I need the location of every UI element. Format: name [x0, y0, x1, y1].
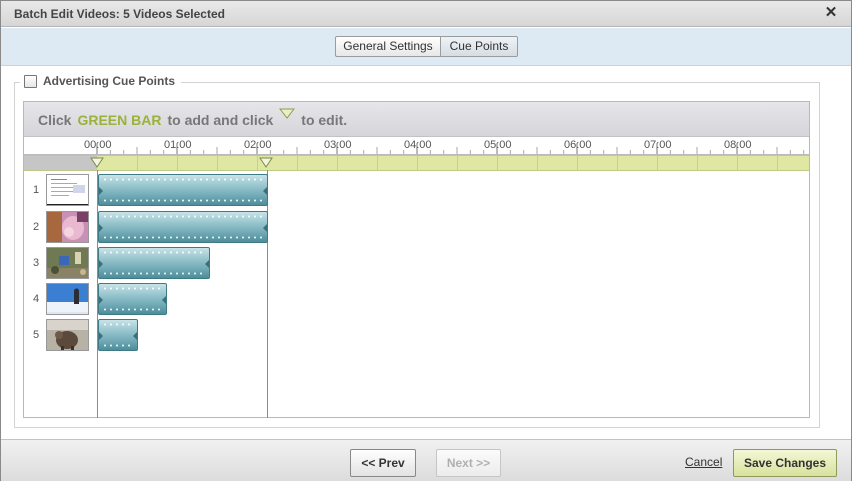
prev-button[interactable]: << Prev [350, 449, 416, 477]
green-bar-divider [617, 156, 618, 170]
close-icon[interactable]: ✕ [823, 4, 839, 22]
tab-bar: General Settings Cue Points [1, 28, 851, 66]
row-number: 5 [32, 329, 40, 341]
title-bar: Batch Edit Videos: 5 Videos Selected ✕ [1, 1, 851, 27]
clip-left-handle[interactable] [99, 296, 103, 304]
advertising-cue-points-checkbox[interactable] [24, 74, 37, 88]
green-bar-divider [777, 156, 778, 170]
cue-marker-icon [279, 108, 296, 122]
green-bar-divider [657, 156, 658, 170]
clip-left-handle[interactable] [99, 224, 103, 232]
video-clip-5[interactable] [98, 319, 138, 351]
timeline-panel: Click GREEN BAR to add and click to edit… [23, 101, 810, 418]
fieldset-legend: Advertising Cue Points [20, 73, 182, 89]
green-bar-divider [377, 156, 378, 170]
cue-point-marker-icon[interactable] [259, 157, 274, 171]
clip-right-handle[interactable] [133, 332, 137, 340]
tab-cue-points[interactable]: Cue Points [440, 36, 518, 57]
clip-left-handle[interactable] [99, 260, 103, 268]
row-number: 2 [32, 221, 40, 233]
cue-line-second [267, 170, 268, 418]
video-thumbnail-1[interactable] [46, 174, 89, 206]
green-bar-divider [577, 156, 578, 170]
green-bar-start-gap [24, 156, 97, 170]
tab-general-settings[interactable]: General Settings [335, 36, 441, 57]
advertising-cue-points-label: Advertising Cue Points [43, 74, 176, 88]
dialog-title: Batch Edit Videos: 5 Videos Selected [14, 7, 225, 21]
video-clip-3[interactable] [98, 247, 210, 279]
green-bar-divider [257, 156, 258, 170]
hint-part-2: to add and click [167, 112, 274, 128]
clip-right-handle[interactable] [263, 187, 267, 195]
next-button[interactable]: Next >> [436, 449, 501, 477]
row-number: 1 [32, 184, 40, 196]
video-thumbnail-2[interactable] [46, 211, 89, 243]
clip-right-handle[interactable] [263, 224, 267, 232]
hint-part-1: Click [38, 112, 72, 128]
green-bar-divider [137, 156, 138, 170]
video-thumbnail-3[interactable] [46, 247, 89, 279]
green-bar-divider [417, 156, 418, 170]
dialog-footer: << Prev Next >> Cancel Save Changes [1, 439, 851, 481]
ruler-label: 00:00 [84, 139, 112, 151]
clip-right-handle[interactable] [162, 296, 166, 304]
instruction-text: Click GREEN BAR to add and click to edit… [38, 108, 348, 128]
green-bar-divider [497, 156, 498, 170]
green-bar[interactable] [24, 155, 809, 171]
clip-left-handle[interactable] [99, 187, 103, 195]
clip-right-handle[interactable] [205, 260, 209, 268]
video-clip-1[interactable] [98, 174, 268, 206]
ruler-label: 02:00 [244, 139, 272, 151]
batch-edit-dialog: Batch Edit Videos: 5 Videos Selected ✕ G… [0, 0, 852, 481]
hint-green-bar: GREEN BAR [77, 112, 162, 128]
green-bar-divider [217, 156, 218, 170]
green-bar-divider [337, 156, 338, 170]
green-bar-divider [537, 156, 538, 170]
green-bar-divider [737, 156, 738, 170]
ruler-label: 05:00 [484, 139, 512, 151]
cue-point-marker-icon[interactable] [90, 157, 104, 171]
ruler-label: 04:00 [404, 139, 432, 151]
ruler-label: 06:00 [564, 139, 592, 151]
save-changes-button[interactable]: Save Changes [733, 449, 837, 477]
video-thumbnail-5[interactable] [46, 319, 89, 351]
hint-part-3: to edit. [301, 112, 348, 128]
instruction-bar: Click GREEN BAR to add and click to edit… [24, 102, 809, 137]
video-clip-2[interactable] [98, 211, 268, 243]
cancel-link[interactable]: Cancel [685, 455, 722, 469]
clip-left-handle[interactable] [99, 332, 103, 340]
ruler-label: 01:00 [164, 139, 192, 151]
green-bar-divider [697, 156, 698, 170]
row-number: 4 [32, 293, 40, 305]
ruler-label: 08:00 [724, 139, 752, 151]
ruler-label: 07:00 [644, 139, 672, 151]
ruler-label: 03:00 [324, 139, 352, 151]
row-number: 3 [32, 257, 40, 269]
video-thumbnail-4[interactable] [46, 283, 89, 315]
green-bar-divider [457, 156, 458, 170]
video-clip-4[interactable] [98, 283, 167, 315]
green-bar-divider [297, 156, 298, 170]
green-bar-divider [177, 156, 178, 170]
